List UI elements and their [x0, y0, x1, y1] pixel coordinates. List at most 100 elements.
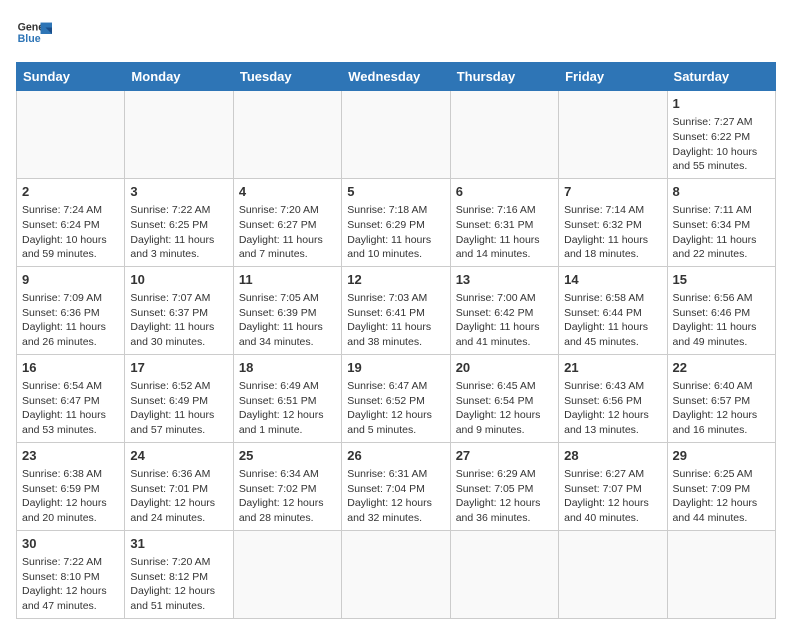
day-number: 26	[347, 447, 444, 465]
day-number: 5	[347, 183, 444, 201]
calendar-cell: 26 Sunrise: 6:31 AMSunset: 7:04 PMDayligh…	[342, 442, 450, 530]
day-number: 19	[347, 359, 444, 377]
day-info: Sunrise: 7:22 AMSunset: 6:25 PMDaylight:…	[130, 203, 227, 262]
day-number: 8	[673, 183, 770, 201]
calendar-cell: 12 Sunrise: 7:03 AMSunset: 6:41 PMDayligh…	[342, 266, 450, 354]
calendar-cell: 14Sunrise: 6:58 AMSunset: 6:44 PMDayligh…	[559, 266, 667, 354]
day-info: Sunrise: 7:05 AMSunset: 6:39 PMDaylight:…	[239, 291, 336, 350]
calendar-cell	[450, 530, 558, 618]
day-info: Sunrise: 7:20 AMSunset: 6:27 PMDaylight:…	[239, 203, 336, 262]
day-number: 7	[564, 183, 661, 201]
calendar-week-5: 23 Sunrise: 6:38 AMSunset: 6:59 PMDayligh…	[17, 442, 776, 530]
day-number: 27	[456, 447, 553, 465]
calendar-cell: 6 Sunrise: 7:16 AMSunset: 6:31 PMDaylight…	[450, 178, 558, 266]
day-info: Sunrise: 6:45 AMSunset: 6:54 PMDaylight:…	[456, 379, 553, 438]
day-info: Sunrise: 7:03 AMSunset: 6:41 PMDaylight:…	[347, 291, 444, 350]
calendar-table: SundayMondayTuesdayWednesdayThursdayFrid…	[16, 62, 776, 619]
day-info: Sunrise: 6:38 AMSunset: 6:59 PMDaylight:…	[22, 467, 119, 526]
day-number: 12	[347, 271, 444, 289]
header-day-saturday: Saturday	[667, 63, 775, 91]
day-info: Sunrise: 6:49 AMSunset: 6:51 PMDaylight:…	[239, 379, 336, 438]
day-number: 17	[130, 359, 227, 377]
calendar-cell: 18Sunrise: 6:49 AMSunset: 6:51 PMDayligh…	[233, 354, 341, 442]
calendar-cell: 7Sunrise: 7:14 AMSunset: 6:32 PMDaylight…	[559, 178, 667, 266]
day-info: Sunrise: 7:27 AMSunset: 6:22 PMDaylight:…	[673, 115, 770, 174]
day-info: Sunrise: 6:25 AMSunset: 7:09 PMDaylight:…	[673, 467, 770, 526]
calendar-cell: 5Sunrise: 7:18 AMSunset: 6:29 PMDaylight…	[342, 178, 450, 266]
calendar-cell: 29Sunrise: 6:25 AMSunset: 7:09 PMDayligh…	[667, 442, 775, 530]
day-number: 4	[239, 183, 336, 201]
header-row: SundayMondayTuesdayWednesdayThursdayFrid…	[17, 63, 776, 91]
day-info: Sunrise: 6:43 AMSunset: 6:56 PMDaylight:…	[564, 379, 661, 438]
day-number: 31	[130, 535, 227, 553]
header-day-tuesday: Tuesday	[233, 63, 341, 91]
calendar-cell: 15 Sunrise: 6:56 AMSunset: 6:46 PMDayligh…	[667, 266, 775, 354]
day-info: Sunrise: 6:31 AMSunset: 7:04 PMDaylight:…	[347, 467, 444, 526]
day-number: 24	[130, 447, 227, 465]
day-info: Sunrise: 7:00 AMSunset: 6:42 PMDaylight:…	[456, 291, 553, 350]
calendar-body: 1 Sunrise: 7:27 AMSunset: 6:22 PMDaylight…	[17, 91, 776, 619]
day-number: 21	[564, 359, 661, 377]
day-number: 16	[22, 359, 119, 377]
day-number: 10	[130, 271, 227, 289]
calendar-cell: 2Sunrise: 7:24 AMSunset: 6:24 PMDaylight…	[17, 178, 125, 266]
day-number: 11	[239, 271, 336, 289]
day-number: 23	[22, 447, 119, 465]
calendar-cell: 16 Sunrise: 6:54 AMSunset: 6:47 PMDayligh…	[17, 354, 125, 442]
calendar-week-6: 30Sunrise: 7:22 AMSunset: 8:10 PMDayligh…	[17, 530, 776, 618]
header-day-friday: Friday	[559, 63, 667, 91]
calendar-cell	[233, 530, 341, 618]
calendar-cell: 20 Sunrise: 6:45 AMSunset: 6:54 PMDayligh…	[450, 354, 558, 442]
calendar-cell	[667, 530, 775, 618]
calendar-cell: 27Sunrise: 6:29 AMSunset: 7:05 PMDayligh…	[450, 442, 558, 530]
calendar-cell: 21 Sunrise: 6:43 AMSunset: 6:56 PMDayligh…	[559, 354, 667, 442]
day-info: Sunrise: 6:27 AMSunset: 7:07 PMDaylight:…	[564, 467, 661, 526]
logo-icon: General Blue	[16, 16, 52, 52]
calendar-cell	[342, 91, 450, 179]
day-number: 15	[673, 271, 770, 289]
day-info: Sunrise: 6:56 AMSunset: 6:46 PMDaylight:…	[673, 291, 770, 350]
calendar-cell: 30Sunrise: 7:22 AMSunset: 8:10 PMDayligh…	[17, 530, 125, 618]
calendar-week-1: 1 Sunrise: 7:27 AMSunset: 6:22 PMDaylight…	[17, 91, 776, 179]
day-number: 25	[239, 447, 336, 465]
calendar-cell: 17 Sunrise: 6:52 AMSunset: 6:49 PMDayligh…	[125, 354, 233, 442]
header-day-monday: Monday	[125, 63, 233, 91]
calendar-cell: 31 Sunrise: 7:20 AMSunset: 8:12 PMDayligh…	[125, 530, 233, 618]
day-info: Sunrise: 7:20 AMSunset: 8:12 PMDaylight:…	[130, 555, 227, 614]
day-info: Sunrise: 7:07 AMSunset: 6:37 PMDaylight:…	[130, 291, 227, 350]
calendar-week-4: 16 Sunrise: 6:54 AMSunset: 6:47 PMDayligh…	[17, 354, 776, 442]
day-number: 28	[564, 447, 661, 465]
calendar-cell: 23 Sunrise: 6:38 AMSunset: 6:59 PMDayligh…	[17, 442, 125, 530]
day-number: 3	[130, 183, 227, 201]
calendar-week-2: 2Sunrise: 7:24 AMSunset: 6:24 PMDaylight…	[17, 178, 776, 266]
calendar-cell: 13 Sunrise: 7:00 AMSunset: 6:42 PMDayligh…	[450, 266, 558, 354]
calendar-header: SundayMondayTuesdayWednesdayThursdayFrid…	[17, 63, 776, 91]
calendar-cell: 28 Sunrise: 6:27 AMSunset: 7:07 PMDayligh…	[559, 442, 667, 530]
logo: General Blue	[16, 16, 52, 52]
calendar-cell	[450, 91, 558, 179]
calendar-cell	[17, 91, 125, 179]
day-number: 13	[456, 271, 553, 289]
header-day-thursday: Thursday	[450, 63, 558, 91]
day-number: 22	[673, 359, 770, 377]
day-info: Sunrise: 7:22 AMSunset: 8:10 PMDaylight:…	[22, 555, 119, 614]
day-number: 1	[673, 95, 770, 113]
day-info: Sunrise: 6:52 AMSunset: 6:49 PMDaylight:…	[130, 379, 227, 438]
header-day-wednesday: Wednesday	[342, 63, 450, 91]
day-info: Sunrise: 6:54 AMSunset: 6:47 PMDaylight:…	[22, 379, 119, 438]
day-info: Sunrise: 7:11 AMSunset: 6:34 PMDaylight:…	[673, 203, 770, 262]
day-info: Sunrise: 7:16 AMSunset: 6:31 PMDaylight:…	[456, 203, 553, 262]
svg-text:Blue: Blue	[18, 33, 41, 45]
day-number: 20	[456, 359, 553, 377]
calendar-cell: 25Sunrise: 6:34 AMSunset: 7:02 PMDayligh…	[233, 442, 341, 530]
calendar-cell: 11 Sunrise: 7:05 AMSunset: 6:39 PMDayligh…	[233, 266, 341, 354]
header-day-sunday: Sunday	[17, 63, 125, 91]
calendar-cell: 4 Sunrise: 7:20 AMSunset: 6:27 PMDaylight…	[233, 178, 341, 266]
calendar-cell: 9Sunrise: 7:09 AMSunset: 6:36 PMDaylight…	[17, 266, 125, 354]
calendar-cell	[559, 91, 667, 179]
calendar-cell: 22Sunrise: 6:40 AMSunset: 6:57 PMDayligh…	[667, 354, 775, 442]
calendar-cell: 3 Sunrise: 7:22 AMSunset: 6:25 PMDaylight…	[125, 178, 233, 266]
calendar-cell: 1 Sunrise: 7:27 AMSunset: 6:22 PMDaylight…	[667, 91, 775, 179]
day-number: 9	[22, 271, 119, 289]
day-number: 6	[456, 183, 553, 201]
